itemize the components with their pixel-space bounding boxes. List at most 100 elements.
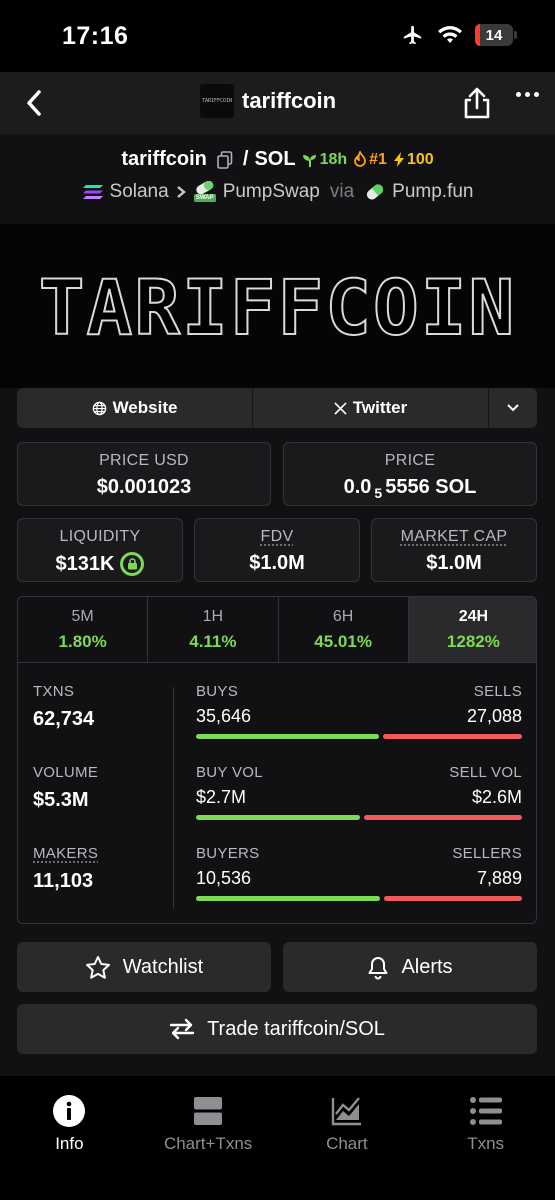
pumpswap-icon: SWAP [193, 180, 217, 203]
chain-link[interactable]: Solana [110, 181, 169, 203]
globe-icon [92, 401, 106, 415]
watchlist-button[interactable]: Watchlist [17, 942, 271, 992]
trending-rank-badge: #1 [353, 151, 387, 169]
tab-5m[interactable]: 5M 1.80% [18, 597, 149, 662]
route-line: Solana SWAP PumpSwap via Pump.fun [0, 180, 555, 203]
bottom-tab-bar: Info Chart+Txns Chart Txns [0, 1076, 555, 1200]
area-chart-icon [331, 1097, 361, 1126]
liquidity-box: LIQUIDITY $131K [17, 518, 183, 582]
more-links-button[interactable] [489, 388, 537, 428]
price-usd-value: $0.001023 [96, 476, 192, 498]
timeframe-tabs: 5M 1.80% 1H 4.11% 6H 45.01% 24H 1282% [18, 597, 536, 663]
launchpad-link[interactable]: Pump.fun [392, 181, 473, 203]
info-panel: Website Twitter PRICE USD $0.001023 PRIC… [0, 388, 555, 1076]
via-text: via [329, 181, 355, 202]
volume-metric: VOLUME $5.3M [33, 764, 98, 812]
buy-vol-label: BUY VOL [196, 764, 263, 781]
price-native-label: PRICE [384, 452, 436, 469]
buys-sells-bar [196, 734, 522, 739]
metrics-divider [173, 687, 174, 909]
battery-indicator: 14 [475, 24, 513, 46]
timeframe-change: 45.01% [314, 632, 372, 651]
price-usd-box: PRICE USD $0.001023 [17, 442, 271, 506]
share-button[interactable] [462, 86, 494, 120]
status-bar: 17:16 14 [0, 0, 555, 72]
txns-value: 62,734 [33, 708, 95, 730]
tab-chart-txns[interactable]: Chart+Txns [139, 1076, 278, 1200]
split-view-icon [194, 1097, 223, 1125]
price-prefix: 0.0 [343, 476, 372, 498]
alerts-label: Alerts [401, 955, 453, 978]
pair-line: tariffcoin / SOL 18h #1 100 [0, 148, 555, 171]
makers-metric: MAKERS 11,103 [33, 845, 98, 893]
twitter-button[interactable]: Twitter [253, 388, 489, 428]
nav-title-group: TARIFFCOIN tariffcoin [200, 84, 336, 118]
buys-sells-split: BUYS SELLS 35,646 27,088 [196, 683, 522, 739]
trade-button[interactable]: Trade tariffcoin/SOL [17, 1004, 537, 1054]
alerts-button[interactable]: Alerts [283, 942, 537, 992]
buys-label: BUYS [196, 683, 239, 700]
timeframe-label: 24H [458, 608, 489, 625]
liquidity-label: LIQUIDITY [59, 528, 141, 545]
sells-value: 27,088 [466, 706, 522, 726]
chevron-right-icon [176, 186, 186, 198]
trade-label: Trade tariffcoin/SOL [207, 1017, 385, 1040]
sell-vol-label: SELL VOL [449, 764, 522, 781]
volume-value: $5.3M [33, 789, 89, 811]
sells-label: SELLS [473, 683, 522, 700]
nav-title: tariffcoin [242, 88, 337, 113]
flame-icon [354, 151, 367, 167]
age-value: 18h [319, 150, 348, 168]
boost-value: 100 [406, 150, 434, 168]
status-time: 17:16 [62, 22, 129, 50]
boost-badge: 100 [393, 151, 434, 169]
banner-text: TARIFFCOIN [38, 262, 517, 353]
airplane-icon [403, 25, 422, 45]
pill-icon [367, 184, 384, 200]
sell-vol-value: $2.6M [471, 787, 522, 807]
fdv-box[interactable]: FDV $1.0M [194, 518, 360, 582]
buys-value: 35,646 [196, 706, 252, 726]
pair-quote: SOL [254, 148, 296, 170]
tab-txns[interactable]: Txns [416, 1076, 555, 1200]
rank-value: #1 [369, 150, 387, 168]
price-zero-count: 5 [374, 484, 383, 501]
seedling-icon [302, 154, 316, 167]
x-logo-icon [334, 401, 347, 415]
tab-info[interactable]: Info [0, 1076, 139, 1200]
tab-label: Txns [467, 1134, 505, 1153]
tab-label: Chart [326, 1134, 368, 1153]
transactions-card: 5M 1.80% 1H 4.11% 6H 45.01% 24H 1282% TX… [17, 596, 537, 924]
website-button[interactable]: Website [17, 388, 253, 428]
more-dot-icon [534, 92, 539, 97]
txns-metric: TXNS 62,734 [33, 683, 94, 731]
buyers-sellers-split: BUYERS SELLERS 10,536 7,889 [196, 845, 522, 901]
buy-vol-bar [196, 815, 360, 820]
tab-6h[interactable]: 6H 45.01% [279, 597, 409, 662]
back-button[interactable] [16, 85, 52, 121]
more-options-button[interactable] [516, 92, 539, 97]
social-links-row: Website Twitter [17, 388, 537, 428]
tab-24h[interactable]: 24H 1282% [408, 597, 536, 662]
price-usd-label: PRICE USD [99, 452, 189, 469]
market-cap-label: MARKET CAP [400, 528, 508, 545]
swap-arrows-icon [169, 1018, 195, 1040]
token-logo-text: TARIFFCOIN [201, 98, 233, 104]
tab-chart[interactable]: Chart [278, 1076, 417, 1200]
share-icon [464, 87, 490, 119]
tab-label: Info [55, 1134, 84, 1153]
fdv-label: FDV [260, 528, 294, 545]
fdv-value: $1.0M [249, 552, 305, 574]
more-dot-icon [525, 92, 530, 97]
liquidity-lock-icon[interactable] [120, 552, 145, 576]
pair-base: tariffcoin [121, 148, 207, 170]
buyers-value: 10,536 [196, 868, 252, 888]
watchlist-label: Watchlist [122, 955, 204, 978]
star-icon [85, 955, 110, 979]
dex-link[interactable]: PumpSwap [223, 181, 320, 203]
tab-1h[interactable]: 1H 4.11% [148, 597, 279, 662]
market-cap-box[interactable]: MARKET CAP $1.0M [371, 518, 537, 582]
battery-nub [514, 31, 517, 39]
copy-icon[interactable] [217, 150, 233, 169]
liquidity-value: $131K [55, 552, 115, 575]
